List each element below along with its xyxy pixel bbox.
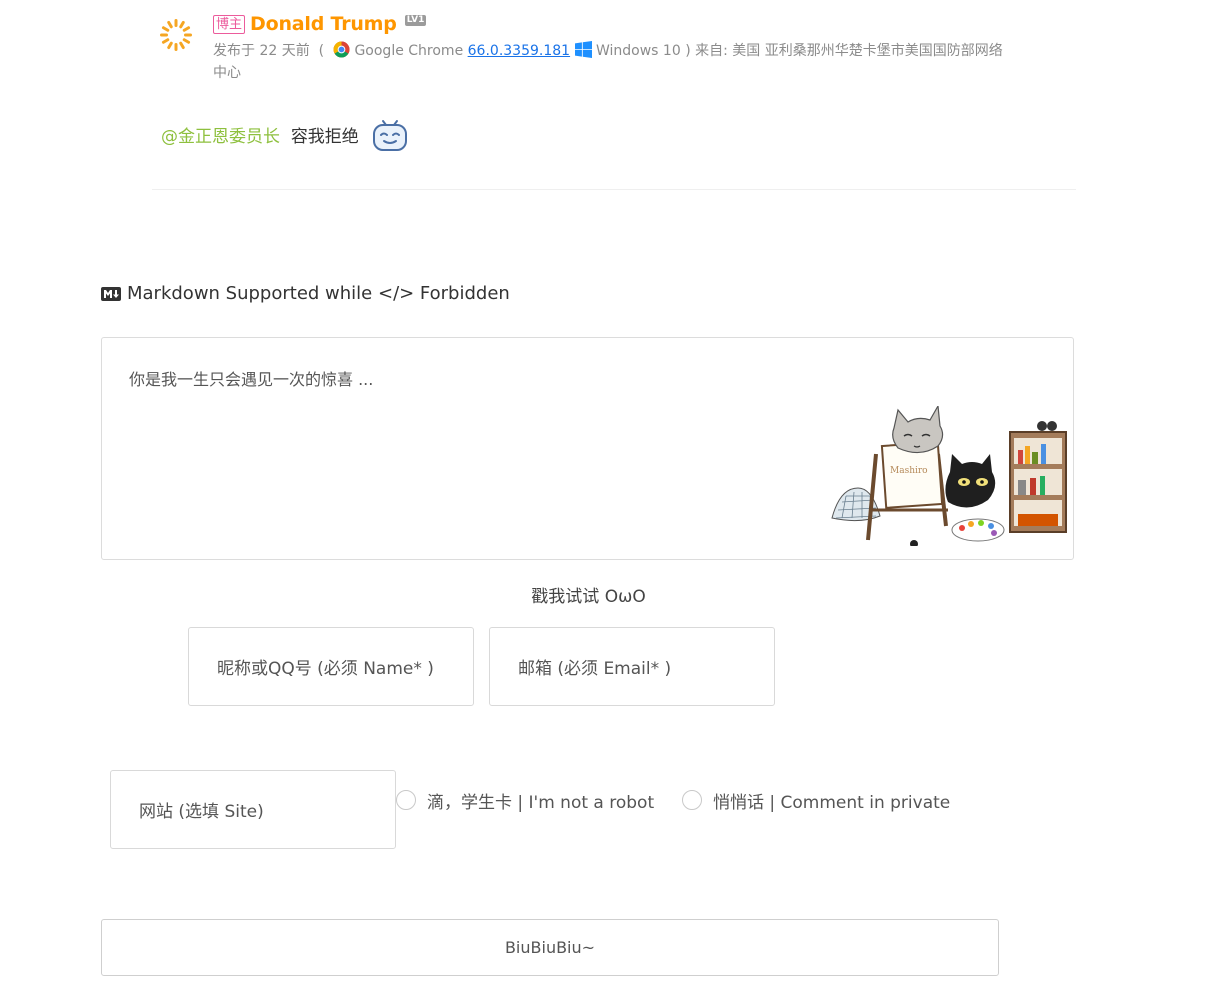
mention-link[interactable]: @金正恩委员长 <box>161 122 280 147</box>
browser-version-link[interactable]: 66.0.3359.181 <box>468 43 570 59</box>
avatar[interactable] <box>158 17 194 53</box>
markdown-notice: Markdown Supported while </> Forbidden <box>101 283 510 304</box>
owo-emoji-button[interactable]: 戳我试试 OωO <box>0 582 1177 607</box>
email-input[interactable]: 邮箱 (必须 Email* ) <box>489 627 775 706</box>
windows-icon <box>574 41 592 58</box>
textarea-placeholder: 你是我一生只会遇见一次的惊喜 ... <box>129 370 374 389</box>
comment-author-line: 博主 Donald Trump LV1 <box>213 10 427 38</box>
comment-text: 容我拒绝 <box>290 126 359 147</box>
name-placeholder: 昵称或QQ号 (必须 Name* ) <box>217 659 434 679</box>
author-name[interactable]: Donald Trump <box>250 13 397 35</box>
comment-page: 博主 Donald Trump LV1 发布于 22 天前 ( Google C… <box>0 0 1207 997</box>
comment-divider <box>152 189 1076 190</box>
posted-time: 22 天前 <box>259 43 310 59</box>
owner-badge: 博主 <box>213 14 246 34</box>
mascot-caption: Mashiro <box>890 466 928 476</box>
markdown-notice-text: Markdown Supported while </> Forbidden <box>127 283 510 304</box>
bilibili-tv-emoji-icon <box>372 120 407 151</box>
posted-prefix: 发布于 <box>213 43 255 59</box>
comment-body: @金正恩委员长 容我拒绝 <box>161 112 409 156</box>
comment-meta: 发布于 22 天前 ( Google Chrome 66.0.3359.181 … <box>213 41 1003 81</box>
robot-checkbox-circle[interactable] <box>396 790 416 810</box>
site-input[interactable]: 网站 (选填 Site) <box>110 770 396 849</box>
comment-textarea[interactable]: 你是我一生只会遇见一次的惊喜 ... Mashiro <box>101 337 1074 560</box>
submit-button-label: BiuBiuBiu~ <box>504 938 596 957</box>
robot-checkbox[interactable]: 滴，学生卡 | I'm not a robot <box>396 787 654 813</box>
email-placeholder: 邮箱 (必须 Email* ) <box>518 659 672 679</box>
markdown-icon <box>101 286 121 301</box>
chrome-icon <box>333 41 350 58</box>
browser-name: Google Chrome <box>354 43 464 59</box>
submit-button[interactable]: BiuBiuBiu~ <box>101 919 999 976</box>
name-input[interactable]: 昵称或QQ号 (必须 Name* ) <box>188 627 474 706</box>
private-comment-checkbox[interactable]: 悄悄话 | Comment in private <box>682 787 950 813</box>
location-prefix: 来自: <box>695 43 728 59</box>
robot-checkbox-label: 滴，学生卡 | I'm not a robot <box>427 792 655 813</box>
private-checkbox-label: 悄悄话 | Comment in private <box>713 792 951 813</box>
private-checkbox-circle[interactable] <box>682 790 702 810</box>
mashiro-cats-illustration: Mashiro <box>831 406 1067 546</box>
os-name: Windows 10 <box>595 43 681 59</box>
site-placeholder: 网站 (选填 Site) <box>139 802 264 822</box>
level-badge: LV1 <box>404 14 427 26</box>
